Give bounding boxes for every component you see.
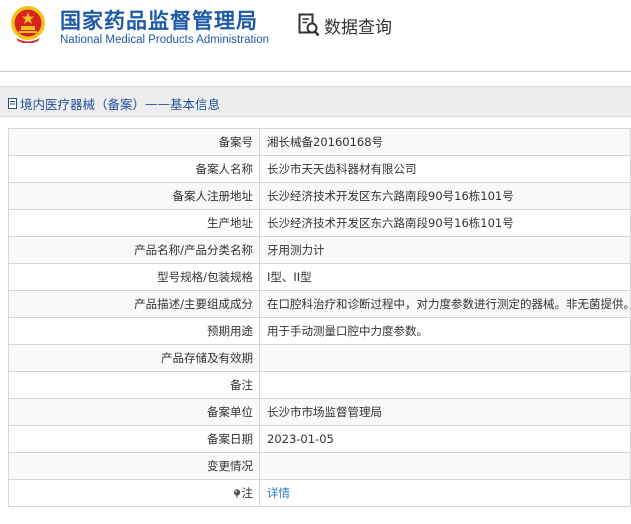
field-label: 变更情况 <box>8 452 260 480</box>
field-label: 产品描述/主要组成成分 <box>8 290 260 318</box>
field-value: 牙用测力计 <box>259 236 631 264</box>
data-query-link[interactable]: 数据查询 <box>298 12 392 38</box>
field-label: 备案人名称 <box>8 155 260 183</box>
document-search-icon <box>298 13 320 37</box>
field-label: 备案单位 <box>8 398 260 426</box>
breadcrumb-separator: —— <box>145 96 171 111</box>
table-row: 产品存储及有效期 <box>8 344 631 372</box>
field-label: 预期用途 <box>8 317 260 345</box>
field-value: 长沙经济技术开发区东六路南段90号16栋101号 <box>259 209 631 237</box>
site-title-en: National Medical Products Administration <box>60 34 270 46</box>
field-value: 长沙经济技术开发区东六路南段90号16栋101号 <box>259 182 631 210</box>
note-pin-icon <box>233 489 240 498</box>
field-value <box>259 344 631 372</box>
section-title: 基本信息 <box>170 97 221 112</box>
breadcrumb-category[interactable]: 境内医疗器械（备案） <box>20 94 145 113</box>
table-row: 备案人注册地址 长沙经济技术开发区东六路南段90号16栋101号 <box>8 182 631 210</box>
field-label: 备注 <box>8 371 260 399</box>
table-row: 备案号 湘长械备20160168号 <box>8 128 631 156</box>
field-label: 生产地址 <box>8 209 260 237</box>
table-row: 注 详情 <box>8 479 631 507</box>
field-value: 长沙市天天齿科器材有限公司 <box>259 155 631 183</box>
note-label-cell: 注 <box>8 479 260 507</box>
site-header: 国家药品监督管理局 National Medical Products Admi… <box>0 0 631 56</box>
document-icon <box>8 98 17 109</box>
table-row: 备案日期 2023-01-05 <box>8 425 631 453</box>
field-value: 在口腔科治疗和诊断过程中，对力度参数进行测定的器械。非无菌提供。 <box>259 290 631 318</box>
field-value <box>259 452 631 480</box>
table-row: 备注 <box>8 371 631 399</box>
field-label: 型号规格/包装规格 <box>8 263 260 291</box>
site-title-cn: 国家药品监督管理局 <box>60 9 258 33</box>
table-row: 产品描述/主要组成成分 在口腔科治疗和诊断过程中，对力度参数进行测定的器械。非无… <box>8 290 631 318</box>
field-value: 2023-01-05 <box>259 425 631 453</box>
table-row: 预期用途 用于手动测量口腔中力度参数。 <box>8 317 631 345</box>
data-query-label: 数据查询 <box>324 17 392 38</box>
table-row: 生产地址 长沙经济技术开发区东六路南段90号16栋101号 <box>8 209 631 237</box>
field-value <box>259 371 631 399</box>
header-divider <box>0 71 631 72</box>
note-label: 注 <box>241 486 254 500</box>
field-value: I型、II型 <box>259 263 631 291</box>
table-row: 变更情况 <box>8 452 631 480</box>
field-label: 产品存储及有效期 <box>8 344 260 372</box>
table-row: 备案单位 长沙市市场监督管理局 <box>8 398 631 426</box>
field-label: 备案日期 <box>8 425 260 453</box>
field-label: 备案人注册地址 <box>8 182 260 210</box>
field-value: 用于手动测量口腔中力度参数。 <box>259 317 631 345</box>
table-row: 产品名称/产品分类名称 牙用测力计 <box>8 236 631 264</box>
table-row: 型号规格/包装规格 I型、II型 <box>8 263 631 291</box>
note-value-cell: 详情 <box>259 479 631 507</box>
field-value: 长沙市市场监督管理局 <box>259 398 631 426</box>
field-value: 湘长械备20160168号 <box>259 128 631 156</box>
record-table: 备案号 湘长械备20160168号 备案人名称 长沙市天天齿科器材有限公司 备案… <box>8 128 631 507</box>
field-label: 产品名称/产品分类名称 <box>8 236 260 264</box>
details-link[interactable]: 详情 <box>267 486 290 500</box>
field-label: 备案号 <box>8 128 260 156</box>
table-row: 备案人名称 长沙市天天齿科器材有限公司 <box>8 155 631 183</box>
section-header: 境内医疗器械（备案） —— 基本信息 <box>0 86 631 117</box>
national-emblem-icon <box>11 6 45 43</box>
